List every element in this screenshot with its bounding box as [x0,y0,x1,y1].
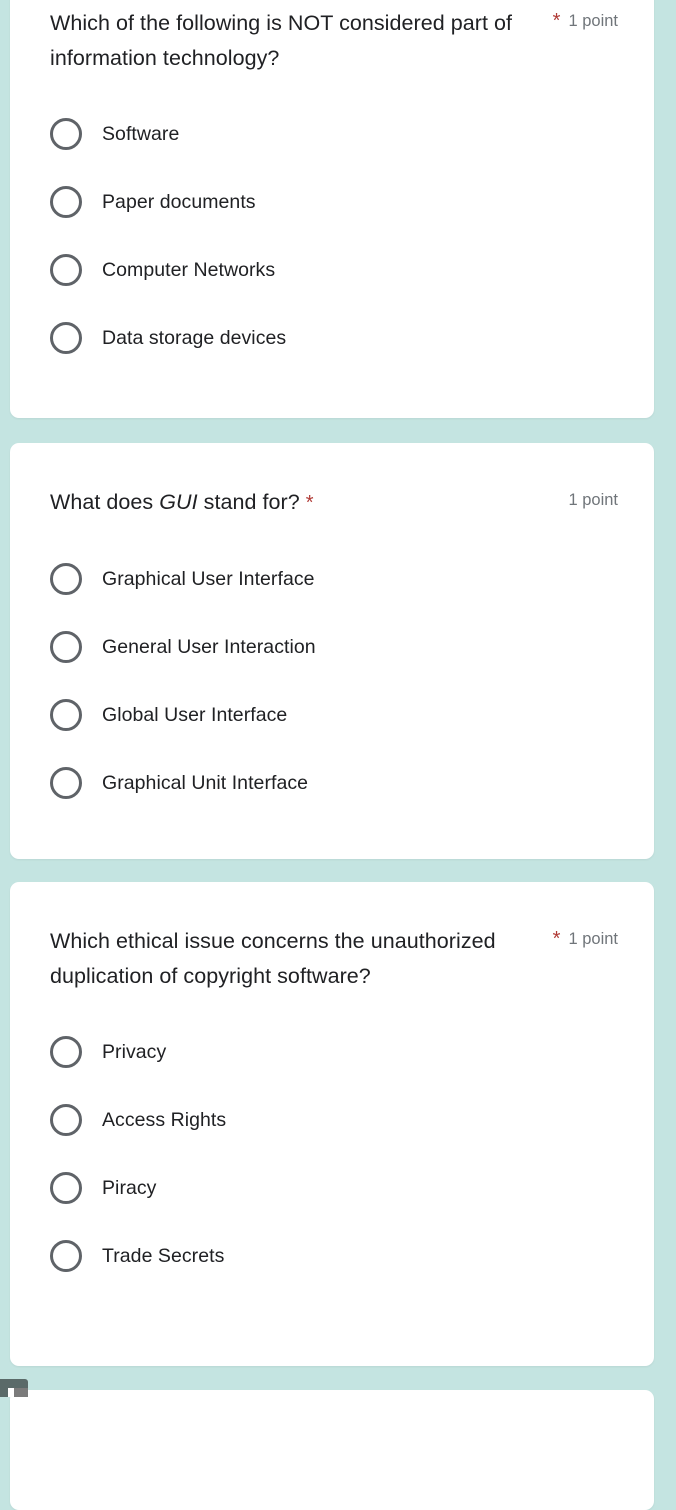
radio-button-icon[interactable] [50,118,82,150]
option-label: Global User Interface [102,704,288,726]
question-title-2: What does GUI stand for? * [50,485,314,521]
option-row[interactable]: Graphical Unit Interface [50,749,614,817]
option-row[interactable]: Data storage devices [50,304,614,372]
options-list-1: Software Paper documents Computer Networ… [10,76,654,372]
question-header-3: Which ethical issue concerns the unautho… [10,882,654,994]
question-card-4-partial [10,1390,654,1510]
question-card-3: Which ethical issue concerns the unautho… [10,882,654,1366]
required-asterisk-icon: * [552,928,561,950]
radio-button-icon[interactable] [50,1036,82,1068]
option-row[interactable]: Trade Secrets [50,1222,614,1290]
question-card-1: Which of the following is NOT considered… [10,0,654,418]
required-asterisk-icon: * [305,492,314,514]
bottom-overlay-fragment[interactable] [0,1379,28,1397]
question-card-2: What does GUI stand for? * 1 point Graph… [10,443,654,859]
option-label: General User Interaction [102,636,316,658]
question-points-1: 1 point [568,12,618,30]
options-list-2: Graphical User Interface General User In… [10,521,654,817]
radio-button-icon[interactable] [50,1104,82,1136]
option-label: Trade Secrets [102,1245,225,1267]
question-title-2-prefix: What does [50,490,160,514]
option-label: Graphical Unit Interface [102,772,309,794]
option-label: Data storage devices [102,327,287,349]
radio-button-icon[interactable] [50,767,82,799]
option-label: Piracy [102,1177,157,1199]
option-row[interactable]: Privacy [50,1018,614,1086]
radio-button-icon[interactable] [50,186,82,218]
option-label: Access Rights [102,1109,227,1131]
question-title-2-emphasis: GUI [159,490,198,514]
option-row[interactable]: Global User Interface [50,681,614,749]
question-header-2: What does GUI stand for? * 1 point [10,443,654,521]
question-meta-2: 1 point [568,485,618,510]
question-meta-1: * 1 point [553,6,618,31]
radio-button-icon[interactable] [50,563,82,595]
option-label: Paper documents [102,191,256,213]
option-row[interactable]: Software [50,100,614,168]
radio-button-icon[interactable] [50,631,82,663]
option-row[interactable]: Paper documents [50,168,614,236]
question-header-1: Which of the following is NOT considered… [10,0,654,76]
option-label: Privacy [102,1041,167,1063]
required-asterisk-icon: * [552,10,561,32]
option-label: Computer Networks [102,259,276,281]
question-meta-3: * 1 point [553,924,618,949]
option-row[interactable]: Computer Networks [50,236,614,304]
radio-button-icon[interactable] [50,1172,82,1204]
option-row[interactable]: Graphical User Interface [50,545,614,613]
question-title-1: Which of the following is NOT considered… [50,11,513,70]
radio-button-icon[interactable] [50,1240,82,1272]
radio-button-icon[interactable] [50,254,82,286]
question-points-2: 1 point [568,491,618,509]
radio-button-icon[interactable] [50,699,82,731]
options-list-3: Privacy Access Rights Piracy Trade Secre… [10,994,654,1290]
option-label: Graphical User Interface [102,568,315,590]
bottom-overlay-fragment-body [14,1388,28,1397]
question-title-3: Which ethical issue concerns the unautho… [50,929,496,988]
option-row[interactable]: Access Rights [50,1086,614,1154]
option-label: Software [102,123,180,145]
option-row[interactable]: General User Interaction [50,613,614,681]
question-points-3: 1 point [568,930,618,948]
radio-button-icon[interactable] [50,322,82,354]
question-title-2-suffix: stand for? [197,490,306,514]
option-row[interactable]: Piracy [50,1154,614,1222]
